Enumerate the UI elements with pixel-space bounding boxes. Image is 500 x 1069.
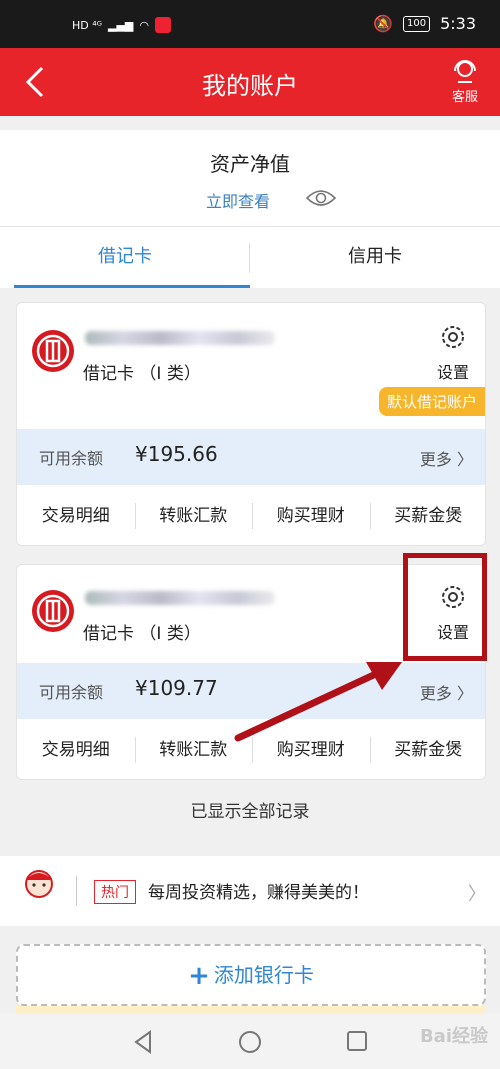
status-left: HD ⁴ᴳ ▂▄▆ ◠	[72, 17, 172, 33]
baidu-watermark: Bai经验	[419, 1026, 488, 1047]
tab-credit-card[interactable]: 信用卡	[250, 227, 500, 289]
buy-wealth-button[interactable]: 购买理财	[252, 487, 370, 545]
account-card[interactable]: 借记卡 （I 类） 设置 默认借记账户 可用余额 ¥195.66 更多 〉 交易…	[16, 302, 486, 546]
card-actions: 交易明细 转账汇款 购买理财 买薪金煲	[17, 487, 486, 545]
service-label: 客服	[451, 90, 478, 105]
page-title: 我的账户	[202, 72, 298, 100]
chevron-right-icon: 〉	[468, 884, 486, 905]
net-assets-panel: 资产净值 立即查看	[0, 130, 500, 226]
headset-icon	[454, 60, 476, 83]
battery-indicator: 100	[402, 15, 431, 32]
card-settings-button[interactable]: 设置	[433, 323, 473, 383]
status-right: 🔕 100 5:33	[373, 14, 476, 33]
axin-mascot-logo	[18, 866, 60, 918]
settings-label: 设置	[436, 363, 469, 382]
card-type-label: 借记卡 （I 类）	[83, 364, 201, 384]
signal-icon: ▂▄▆	[108, 18, 134, 32]
balance-value: ¥195.66	[135, 442, 218, 466]
network-indicator: HD ⁴ᴳ	[72, 18, 103, 32]
citic-bank-logo-icon	[32, 330, 74, 372]
nav-home-icon[interactable]	[238, 1030, 262, 1054]
citic-bank-logo-icon	[32, 590, 74, 632]
mascot-icon	[25, 870, 53, 898]
nav-recents-icon[interactable]	[346, 1030, 368, 1052]
clock: 5:33	[440, 14, 476, 33]
add-bank-card-label: 添加银行卡	[213, 963, 314, 987]
annotation-highlight-box	[403, 553, 487, 661]
all-records-shown-text: 已显示全部记录	[190, 802, 310, 822]
mute-icon: 🔕	[373, 14, 393, 33]
card-type-tabs: 借记卡 信用卡	[0, 226, 500, 288]
tab-debit-card[interactable]: 借记卡	[0, 227, 250, 289]
transaction-details-button[interactable]: 交易明细	[17, 721, 135, 779]
app-notification-icon	[155, 17, 172, 33]
transaction-details-button[interactable]: 交易明细	[17, 487, 135, 545]
masked-card-number	[85, 331, 275, 345]
app-header: 我的账户 客服	[0, 48, 500, 116]
plus-icon: +	[188, 961, 210, 991]
customer-service-button[interactable]: 客服	[448, 58, 482, 105]
status-bar: HD ⁴ᴳ ▂▄▆ ◠ 🔕 100 5:33	[0, 0, 500, 48]
eye-icon[interactable]	[305, 186, 337, 214]
masked-card-number	[85, 591, 275, 605]
nav-back-icon[interactable]	[132, 1030, 154, 1054]
promo-divider	[76, 876, 77, 906]
more-link[interactable]: 更多 〉	[420, 446, 473, 470]
balance-value: ¥109.77	[135, 676, 218, 700]
chevron-right-icon: 〉	[456, 684, 473, 703]
wifi-icon: ◠	[139, 18, 150, 32]
chevron-right-icon: 〉	[456, 450, 473, 469]
net-assets-title: 资产净值	[210, 152, 290, 176]
active-tab-indicator	[14, 285, 250, 288]
transfer-button[interactable]: 转账汇款	[134, 487, 253, 545]
balance-label: 可用余额	[39, 449, 104, 468]
more-link[interactable]: 更多 〉	[420, 680, 473, 704]
balance-label: 可用余额	[39, 683, 104, 702]
hot-tag: 热门	[94, 880, 136, 904]
system-nav-bar: Bai经验	[0, 1014, 500, 1069]
promo-text: 每周投资精选，赚得美美的！	[148, 883, 369, 903]
balance-row: 可用余额 ¥195.66 更多 〉	[17, 429, 485, 485]
annotation-arrow-icon	[234, 662, 402, 742]
gear-icon	[442, 326, 464, 348]
default-account-badge: 默认借记账户	[378, 387, 485, 416]
view-assets-link[interactable]: 立即查看	[206, 188, 270, 212]
card-type-label: 借记卡 （I 类）	[83, 624, 201, 644]
add-bank-card-button[interactable]: + 添加银行卡	[16, 944, 486, 1006]
promo-banner[interactable]: 热门 每周投资精选，赚得美美的！ 〉	[0, 856, 500, 926]
buy-salary-fund-button[interactable]: 买薪金煲	[369, 487, 486, 545]
